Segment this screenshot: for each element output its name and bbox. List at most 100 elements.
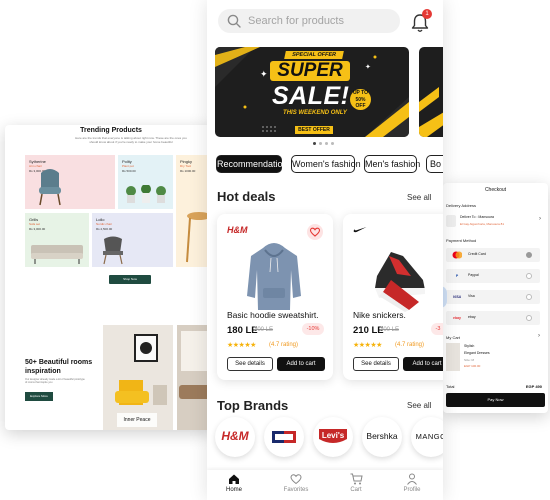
deal-card-hoodie[interactable]: H&M Basic hoodie sweatshirt. 180 LE 300 … bbox=[217, 214, 333, 380]
brand-label: Levi's bbox=[321, 431, 345, 440]
banner-percent: 50% bbox=[355, 96, 366, 103]
banner-best-offer: BEST OFFER bbox=[295, 126, 333, 134]
cart-item[interactable]: Stylish Elegant Dresses Size: M EGP 100.… bbox=[446, 343, 541, 373]
product-category: Dry Tool bbox=[180, 164, 191, 168]
payment-radio[interactable] bbox=[526, 273, 532, 279]
deal-card-sneakers[interactable]: Nike snickers. 210 LE 300 LE -3 ★★★★★ (4… bbox=[343, 214, 443, 380]
paypal-icon: P bbox=[455, 274, 459, 278]
product-price: Rs 500.00 bbox=[122, 169, 136, 173]
chip-recommendation[interactable]: Recommendation bbox=[216, 155, 288, 173]
nordic-chair-image bbox=[103, 236, 123, 265]
rating-stars: ★★★★★ bbox=[353, 342, 382, 349]
payment-radio[interactable] bbox=[526, 294, 532, 300]
payment-method-label: Payment Method bbox=[446, 238, 477, 243]
search-icon bbox=[227, 14, 241, 28]
payment-radio-selected[interactable] bbox=[526, 252, 532, 258]
heart-icon bbox=[290, 474, 302, 485]
brand-levis[interactable]: Levi's bbox=[313, 417, 353, 457]
cart-icon bbox=[350, 473, 363, 485]
rating-text: (4.7 rating) bbox=[269, 342, 299, 348]
brand-bershka[interactable]: Bershka bbox=[362, 417, 402, 457]
add-to-cart-button[interactable]: Add to cart bbox=[277, 357, 325, 371]
product-card-grills[interactable]: Grills Sofa set Rs 3,000.00 bbox=[25, 213, 89, 267]
plant-pots-image bbox=[126, 185, 166, 203]
payment-visa[interactable]: VISA Visa bbox=[446, 290, 540, 304]
sofa-image bbox=[31, 245, 83, 264]
banner-off: OFF bbox=[355, 103, 366, 109]
visa-icon: VISA bbox=[452, 295, 462, 299]
total-row: Total EGP 490 bbox=[446, 384, 542, 389]
brand-hm[interactable]: H&M bbox=[215, 417, 255, 457]
promo-banner[interactable]: ✦ ✦ SPECIAL OFFER SUPER SALE! UP TO 50% … bbox=[215, 47, 409, 137]
mastercard-icon bbox=[452, 251, 463, 259]
payment-ebay[interactable]: ebay ebay bbox=[446, 311, 540, 325]
furniture-preview-screen: Trending Products Here are the trends th… bbox=[5, 125, 217, 430]
favorite-button[interactable] bbox=[307, 224, 323, 240]
total-label: Total bbox=[446, 384, 455, 389]
top-brands-see-all[interactable]: See all bbox=[407, 401, 431, 410]
banner-sale: SALE! bbox=[272, 82, 350, 110]
checkout-title: Checkout bbox=[484, 187, 507, 193]
rooms-inspiration-title: 50+ Beautiful rooms inspiration bbox=[25, 359, 93, 375]
search-input[interactable] bbox=[248, 13, 393, 29]
inner-peace-label: Inner Peace bbox=[117, 413, 157, 427]
notifications-button[interactable]: 1 bbox=[411, 9, 432, 33]
armchair-image bbox=[39, 169, 61, 206]
cart-item-name: Elegant Dresses bbox=[464, 351, 490, 355]
banner-decoration bbox=[419, 87, 443, 137]
hot-deals-title: Hot deals bbox=[217, 189, 276, 204]
nav-profile[interactable]: Profile bbox=[387, 473, 437, 499]
hot-deals-see-all[interactable]: See all bbox=[407, 193, 431, 202]
product-name: Basic hoodie sweatshirt. bbox=[227, 310, 319, 320]
nav-favorites[interactable]: Favorites bbox=[271, 473, 321, 499]
chevron-right-icon: › bbox=[539, 216, 541, 222]
payment-radio[interactable] bbox=[526, 315, 532, 321]
svg-text:✦: ✦ bbox=[260, 70, 268, 80]
shop-now-button[interactable]: Shop Now bbox=[109, 275, 151, 284]
product-card-sytherine[interactable]: Sytherine Arm chair Rs 3,000.00 bbox=[25, 155, 115, 209]
brand-mango[interactable]: MANGO bbox=[411, 417, 443, 457]
cart-item-size: Size: M bbox=[464, 358, 475, 362]
see-details-button[interactable]: See details bbox=[227, 357, 273, 371]
ebay-icon: ebay bbox=[453, 316, 461, 320]
carousel-dot[interactable] bbox=[325, 142, 328, 145]
nav-cart[interactable]: Cart bbox=[331, 473, 381, 499]
chip-womens-fashion[interactable]: Women's fashion bbox=[291, 155, 361, 173]
product-card-pollty[interactable]: Pollty Plant pot Rs 500.00 bbox=[118, 155, 173, 209]
search-bar[interactable] bbox=[218, 9, 400, 33]
product-category: Sofa set bbox=[29, 222, 41, 226]
product-old-price: 300 LE bbox=[380, 327, 400, 333]
payment-name: Visa bbox=[468, 294, 475, 298]
brand-tommy[interactable] bbox=[264, 417, 304, 457]
deliver-to-text: Deliver To : Mansoura bbox=[460, 215, 494, 219]
carousel-dot[interactable] bbox=[319, 142, 322, 145]
nav-label: Home bbox=[225, 487, 242, 493]
chip-mens-fashion[interactable]: Men's fashion bbox=[364, 155, 420, 173]
product-card-lollo[interactable]: Lollo Nordic chair Rs 2,500.00 bbox=[92, 213, 173, 267]
payment-name: ebay bbox=[468, 315, 476, 319]
delivery-address-row[interactable]: Deliver To : Mansoura El Gay Algomhoria,… bbox=[446, 213, 541, 230]
see-details-button[interactable]: See details bbox=[353, 357, 399, 371]
next-banner-peek[interactable] bbox=[419, 47, 443, 137]
nav-label: Favorites bbox=[283, 487, 309, 493]
tommy-hilfiger-logo bbox=[272, 431, 296, 443]
explore-more-button[interactable]: Explore More bbox=[25, 392, 53, 401]
cart-item-price: EGP 100.00 bbox=[464, 364, 481, 368]
add-to-cart-button[interactable]: Add to cart bbox=[403, 357, 443, 371]
payment-credit-card[interactable]: Credit Card bbox=[446, 248, 540, 262]
brand-label: Bershka bbox=[366, 431, 398, 441]
carousel-dot[interactable] bbox=[313, 142, 316, 145]
nav-label: Cart bbox=[350, 487, 362, 493]
carousel-dot[interactable] bbox=[331, 142, 334, 145]
sneakers-image bbox=[375, 252, 425, 312]
rating-text: (4.7 rating) bbox=[395, 342, 425, 348]
nav-label: Profile bbox=[403, 487, 421, 493]
chip-partial[interactable]: Bo bbox=[426, 155, 443, 173]
nav-home[interactable]: Home bbox=[209, 473, 259, 499]
shop-home-screen: 1 ✦ ✦ SPECIAL OFFER SUPER SALE! UP TO 50… bbox=[207, 0, 443, 500]
my-cart-label: My Cart bbox=[446, 335, 460, 340]
pay-now-button[interactable]: Pay Now bbox=[446, 393, 545, 407]
payment-paypal[interactable]: P Paypal bbox=[446, 269, 540, 283]
delivery-address-label: Delivery Address bbox=[446, 203, 477, 208]
address-text: El Gay Algomhoria, Mansoura 81 bbox=[460, 222, 505, 226]
